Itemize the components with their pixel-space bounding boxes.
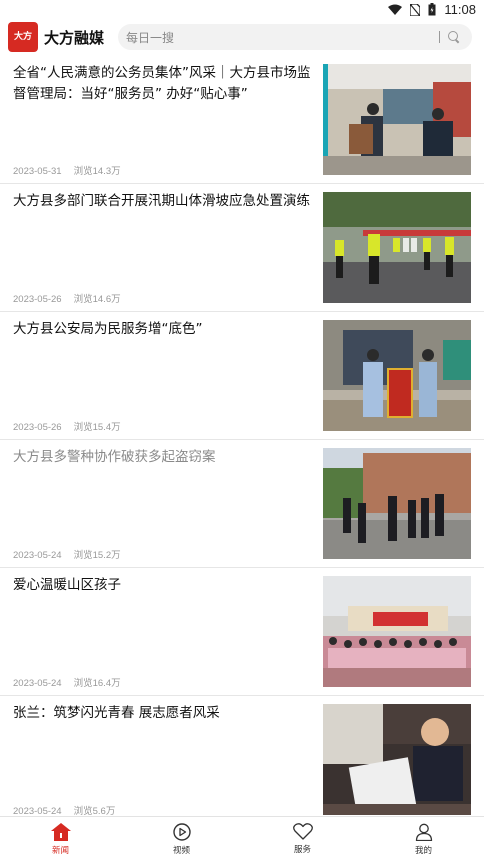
bottom-nav: 新闻 视频 服务 我的 xyxy=(0,816,484,862)
search-bar[interactable]: 每日一搜 xyxy=(118,24,472,50)
news-meta: 2023-05-26 浏览14.6万 xyxy=(13,291,121,305)
news-meta: 2023-05-31 浏览14.3万 xyxy=(13,163,121,177)
status-bar: 11:08 xyxy=(0,0,484,20)
tab-mine[interactable]: 我的 xyxy=(363,817,484,862)
news-meta: 2023-05-24 浏览15.2万 xyxy=(13,547,121,561)
news-item[interactable]: 张兰：筑梦闪光青春 展志愿者风采 2023-05-24 浏览5.6万 xyxy=(0,696,484,824)
news-meta: 2023-05-24 浏览5.6万 xyxy=(13,803,115,817)
tab-label: 新闻 xyxy=(51,846,69,856)
news-views: 浏览15.2万 xyxy=(73,550,121,561)
app-header: 大方 大方融媒 每日一搜 xyxy=(0,20,484,56)
news-item[interactable]: 大方县多部门联合开展汛期山体滑坡应急处置演练 2023-05-26 浏览14.6万 xyxy=(0,184,484,312)
user-icon xyxy=(415,823,432,841)
news-views: 浏览15.4万 xyxy=(73,422,121,433)
news-title[interactable]: 大方县多部门联合开展汛期山体滑坡应急处置演练 xyxy=(13,191,313,212)
tab-label: 服务 xyxy=(293,845,311,855)
news-meta: 2023-05-26 浏览15.4万 xyxy=(13,419,121,433)
clock: 11:08 xyxy=(444,2,476,17)
news-item[interactable]: 全省“人民满意的公务员集体”风采｜大方县市场监督管理局：当好“服务员” 办好“贴… xyxy=(0,56,484,184)
news-list: 全省“人民满意的公务员集体”风采｜大方县市场监督管理局：当好“服务员” 办好“贴… xyxy=(0,56,484,824)
news-date: 2023-05-24 xyxy=(13,550,62,561)
news-item[interactable]: 爱心温暖山区孩子 2023-05-24 浏览16.4万 xyxy=(0,568,484,696)
news-thumbnail[interactable] xyxy=(323,448,471,559)
news-item[interactable]: 大方县公安局为民服务增“底色” 2023-05-26 浏览15.4万 xyxy=(0,312,484,440)
search-icon[interactable] xyxy=(448,31,460,43)
app-title: 大方融媒 xyxy=(44,29,105,47)
news-thumbnail[interactable] xyxy=(323,192,471,303)
tab-label: 我的 xyxy=(414,846,432,856)
news-title[interactable]: 全省“人民满意的公务员集体”风采｜大方县市场监督管理局：当好“服务员” 办好“贴… xyxy=(13,63,313,105)
news-thumbnail[interactable] xyxy=(323,704,471,815)
news-title[interactable]: 大方县公安局为民服务增“底色” xyxy=(13,319,313,340)
news-views: 浏览16.4万 xyxy=(73,678,121,689)
news-title[interactable]: 大方县多警种协作破获多起盗窃案 xyxy=(13,447,313,468)
news-date: 2023-05-26 xyxy=(13,422,62,433)
news-date: 2023-05-24 xyxy=(13,678,62,689)
play-circle-icon xyxy=(172,823,191,841)
tab-label: 视频 xyxy=(172,846,190,856)
search-divider xyxy=(439,31,440,43)
tab-service[interactable]: 服务 xyxy=(242,817,363,862)
news-title[interactable]: 爱心温暖山区孩子 xyxy=(13,575,313,596)
news-title[interactable]: 张兰：筑梦闪光青春 展志愿者风采 xyxy=(13,703,313,724)
news-meta: 2023-05-24 浏览16.4万 xyxy=(13,675,121,689)
home-icon xyxy=(50,823,71,841)
news-thumbnail[interactable] xyxy=(323,576,471,687)
news-item[interactable]: 大方县多警种协作破获多起盗窃案 2023-05-24 浏览15.2万 xyxy=(0,440,484,568)
news-date: 2023-05-26 xyxy=(13,294,62,305)
wifi-icon xyxy=(388,4,403,15)
heart-icon xyxy=(292,823,313,840)
search-placeholder[interactable]: 每日一搜 xyxy=(126,29,439,46)
tab-video[interactable]: 视频 xyxy=(121,817,242,862)
news-views: 浏览14.3万 xyxy=(73,166,121,177)
news-views: 浏览14.6万 xyxy=(73,294,121,305)
tab-news[interactable]: 新闻 xyxy=(0,817,121,862)
logo-text: 大方 xyxy=(13,32,32,42)
news-thumbnail[interactable] xyxy=(323,320,471,431)
battery-icon xyxy=(428,3,436,16)
news-thumbnail[interactable] xyxy=(323,64,471,175)
no-sim-icon xyxy=(410,3,421,16)
app-logo[interactable]: 大方 xyxy=(8,22,38,52)
news-date: 2023-05-31 xyxy=(13,166,62,177)
